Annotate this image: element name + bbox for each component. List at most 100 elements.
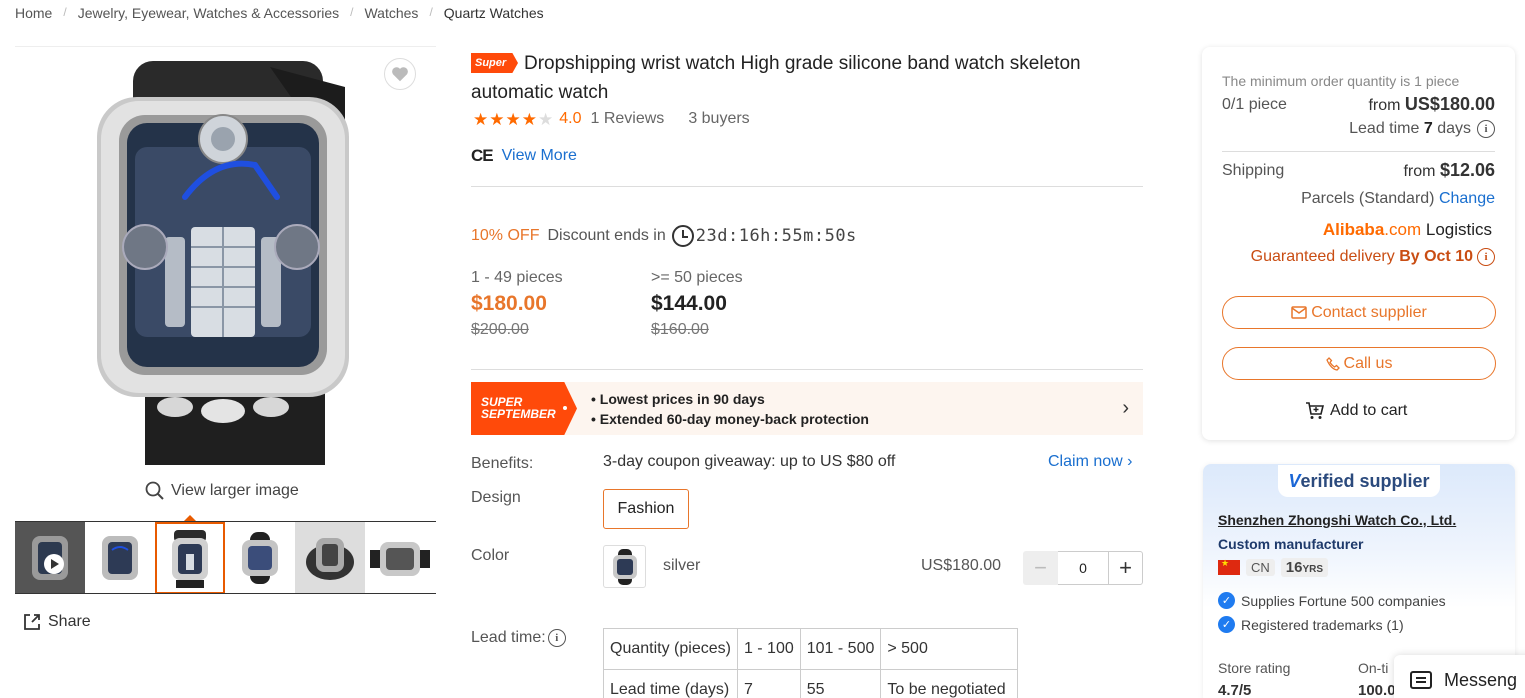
info-icon[interactable]: i	[547, 629, 566, 647]
benefits-label: Benefits:	[471, 455, 534, 472]
thumbnail-image[interactable]	[295, 522, 365, 593]
view-larger-image-link[interactable]: View larger image	[145, 481, 299, 501]
thumbnail-image-active[interactable]	[155, 522, 225, 593]
guaranteed-delivery-date: By Oct 10	[1399, 248, 1473, 265]
divider	[471, 369, 1143, 370]
super-september-tag: SUPER SEPTEMBER	[471, 382, 577, 435]
color-label: Color	[471, 547, 510, 564]
guaranteed-delivery: Guaranteed delivery By Oct 10 i	[1251, 248, 1495, 266]
thumbnail-strip	[15, 521, 436, 594]
promo-tag-line: SEPTEMBER	[481, 407, 556, 421]
tier-original-price: $200.00	[471, 321, 529, 338]
divider	[471, 186, 1143, 187]
promo-dot	[563, 406, 567, 410]
order-price: from US$180.00	[1368, 94, 1495, 115]
tier-price: $180.00	[471, 292, 547, 315]
add-to-cart-label: Add to cart	[1330, 402, 1408, 419]
clock-icon	[671, 225, 694, 247]
star-icon: ★	[489, 109, 505, 129]
discount-row: 10% OFF Discount ends in 23d:16h:55m:50s	[471, 225, 857, 247]
increase-quantity-button[interactable]: +	[1108, 551, 1143, 585]
star-icon: ★	[521, 109, 537, 129]
decrease-quantity-button[interactable]: −	[1023, 551, 1058, 585]
design-label: Design	[471, 489, 521, 506]
supplier-feature-text: Supplies Fortune 500 companies	[1241, 592, 1446, 609]
price-tier: 1 - 49 pieces $180.00 $200.00	[471, 269, 563, 339]
messenger-button[interactable]: Messeng	[1394, 655, 1525, 698]
color-unit-price: US$180.00	[921, 557, 1002, 574]
guaranteed-delivery-label: Guaranteed delivery	[1250, 248, 1395, 265]
chevron-right-icon[interactable]: ›	[1122, 397, 1129, 420]
on-time-label: On-ti	[1358, 660, 1389, 676]
watch-thumbnail	[306, 538, 354, 580]
breadcrumb-quartz-watches[interactable]: Quartz Watches	[444, 5, 544, 21]
info-icon[interactable]: i	[1477, 248, 1495, 266]
shipping-label: Shipping	[1222, 162, 1285, 179]
thumbnail-image[interactable]	[85, 522, 155, 593]
table-row: Lead time (days) 7 55 To be negotiated	[603, 669, 1019, 698]
watch-thumbnail	[32, 536, 68, 580]
info-icon[interactable]: i	[1477, 120, 1495, 138]
table-cell: 1 - 100	[736, 628, 801, 670]
shipping-price: from $12.06	[1403, 160, 1495, 181]
promo-point: Lowest prices in 90 days	[591, 389, 869, 409]
table-cell: > 500	[880, 628, 1019, 670]
messenger-label: Messeng	[1444, 669, 1518, 690]
price-tier: >= 50 pieces $144.00 $160.00	[651, 269, 743, 339]
supplier-name-link[interactable]: Shenzhen Zhongshi Watch Co., Ltd.	[1218, 512, 1456, 528]
on-time-value: 100.0	[1358, 682, 1396, 698]
moq-note: The minimum order quantity is 1 piece	[1222, 73, 1460, 89]
lead-time-text: Lead time	[1349, 120, 1420, 137]
verified-check-icon: ✓	[1218, 592, 1235, 609]
reviews-link[interactable]: 1 Reviews	[591, 110, 665, 128]
supplier-years: 16YRS	[1280, 558, 1329, 577]
favorite-button[interactable]	[384, 58, 416, 90]
discount-countdown: 23d:16h:55m:50s	[695, 226, 857, 246]
thumbnail-video[interactable]	[15, 522, 85, 593]
buyers-count: 3 buyers	[688, 110, 750, 127]
breadcrumb-home[interactable]: Home	[15, 5, 52, 21]
thumbnail-image[interactable]	[365, 522, 435, 593]
product-title: Dropshipping wrist watch High grade sili…	[471, 53, 1081, 103]
tier-original-price: $160.00	[651, 321, 709, 338]
shipping-method: Parcels (Standard) Change	[1301, 190, 1495, 208]
divider	[1222, 151, 1495, 152]
quantity-input[interactable]	[1058, 551, 1108, 585]
discount-ends-label: Discount ends in	[547, 227, 666, 244]
breadcrumb-jewelry[interactable]: Jewelry, Eyewear, Watches & Accessories	[78, 5, 339, 21]
store-rating-label: Store rating	[1218, 660, 1291, 676]
certification-row: CE View More	[471, 146, 577, 166]
breadcrumb-watches[interactable]: Watches	[364, 5, 418, 21]
shipping-price-value: $12.06	[1439, 160, 1495, 180]
from-label: from	[1403, 163, 1436, 180]
call-us-button[interactable]: Call us	[1222, 347, 1496, 380]
ce-mark-icon: CE	[471, 146, 494, 165]
view-more-link[interactable]: View More	[502, 147, 577, 165]
tier-quantity: >= 50 pieces	[651, 269, 743, 286]
country-code: CN	[1246, 559, 1275, 576]
supplier-country-row: CN 16YRS	[1218, 558, 1329, 577]
thumbnail-image[interactable]	[225, 522, 295, 593]
share-label: Share	[48, 613, 91, 630]
share-button[interactable]: Share	[22, 612, 91, 632]
claim-now-link[interactable]: Claim now ›	[1048, 453, 1132, 471]
design-option-fashion[interactable]: Fashion	[603, 489, 689, 529]
view-larger-label: View larger image	[171, 482, 299, 499]
color-option-thumbnail[interactable]	[603, 545, 646, 588]
quantity-stepper: − +	[1023, 551, 1143, 585]
table-cell: Quantity (pieces)	[603, 628, 738, 670]
table-cell: 55	[799, 669, 882, 698]
watch-thumbnail	[172, 530, 208, 588]
supplier-feature: ✓ Supplies Fortune 500 companies	[1218, 592, 1446, 609]
claim-now-label: Claim now	[1048, 453, 1123, 470]
contact-supplier-button[interactable]: Contact supplier	[1222, 296, 1496, 329]
main-product-image[interactable]	[15, 46, 436, 466]
add-to-cart-button[interactable]: Add to cart	[1305, 402, 1407, 420]
breadcrumb: Home / Jewelry, Eyewear, Watches & Acces…	[15, 5, 544, 21]
phone-icon	[1325, 356, 1340, 371]
change-shipping-link[interactable]: Change	[1439, 190, 1495, 207]
supplier-feature-text: Registered trademarks (1)	[1241, 616, 1404, 633]
super-september-banner[interactable]: SUPER SEPTEMBER Lowest prices in 90 days…	[471, 382, 1143, 435]
chevron-right-icon: ›	[1127, 453, 1133, 470]
discount-percent: 10% OFF	[471, 227, 540, 244]
